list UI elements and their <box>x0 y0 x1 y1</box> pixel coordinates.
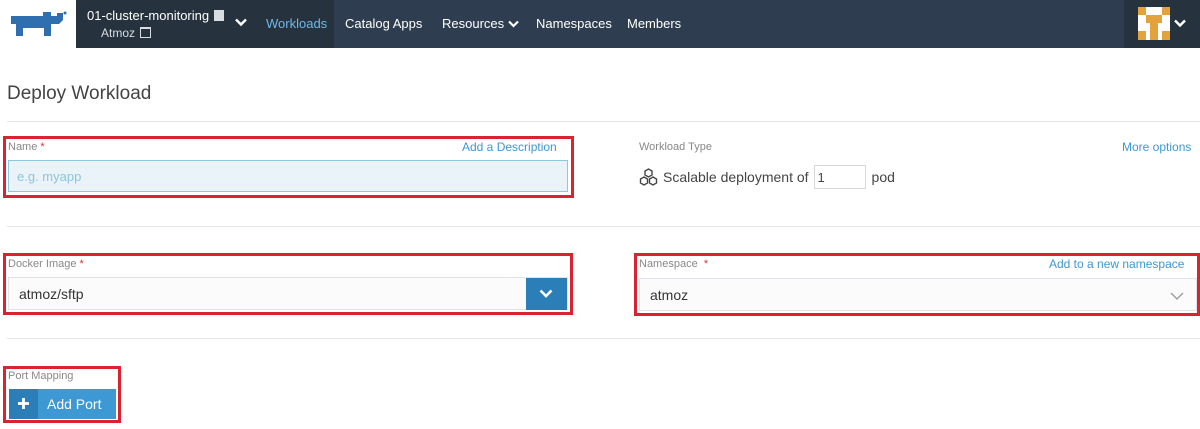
chevron-down-icon[interactable] <box>235 18 247 27</box>
window-icon <box>140 27 152 38</box>
nav-resources-label: Resources <box>442 16 505 31</box>
scale-prefix: Scalable deployment of <box>663 169 809 185</box>
identicon-icon <box>1138 7 1170 40</box>
nav-resources[interactable]: Resources <box>442 16 519 31</box>
nav-namespaces[interactable]: Namespaces <box>536 16 612 31</box>
cluster-project-switcher[interactable]: 01-cluster-monitoring Atmoz <box>76 0 256 48</box>
document-icon <box>214 10 225 21</box>
nav-catalog-apps[interactable]: Catalog Apps <box>345 16 422 31</box>
cluster-name: 01-cluster-monitoring <box>87 8 210 23</box>
chevron-down-icon <box>1174 19 1186 28</box>
divider <box>7 226 1200 227</box>
scale-suffix: pod <box>871 169 895 185</box>
highlight-box-name <box>3 136 574 198</box>
page-title: Deploy Workload <box>7 83 152 104</box>
divider <box>7 338 1200 339</box>
workload-type-label: Workload Type <box>639 141 712 153</box>
scale-input[interactable] <box>813 165 866 189</box>
divider <box>7 121 1200 122</box>
rancher-cow-logo-icon <box>11 11 67 36</box>
cubes-icon <box>639 168 658 186</box>
top-navigation-bar: 01-cluster-monitoring Atmoz Workloads Ca… <box>0 0 1200 48</box>
logo-area[interactable] <box>0 0 76 48</box>
highlight-box-port-mapping <box>3 366 121 423</box>
more-options-link[interactable]: More options <box>1122 140 1191 154</box>
highlight-box-namespace <box>634 253 1200 316</box>
scale-deployment-row: Scalable deployment of pod <box>639 165 895 189</box>
project-name: Atmoz <box>101 26 136 40</box>
nav-members[interactable]: Members <box>627 16 681 31</box>
user-menu[interactable] <box>1124 0 1200 48</box>
nav-workloads[interactable]: Workloads <box>266 16 327 31</box>
avatar <box>1138 7 1170 40</box>
highlight-box-docker-image <box>3 253 573 315</box>
chevron-down-icon <box>508 20 519 28</box>
